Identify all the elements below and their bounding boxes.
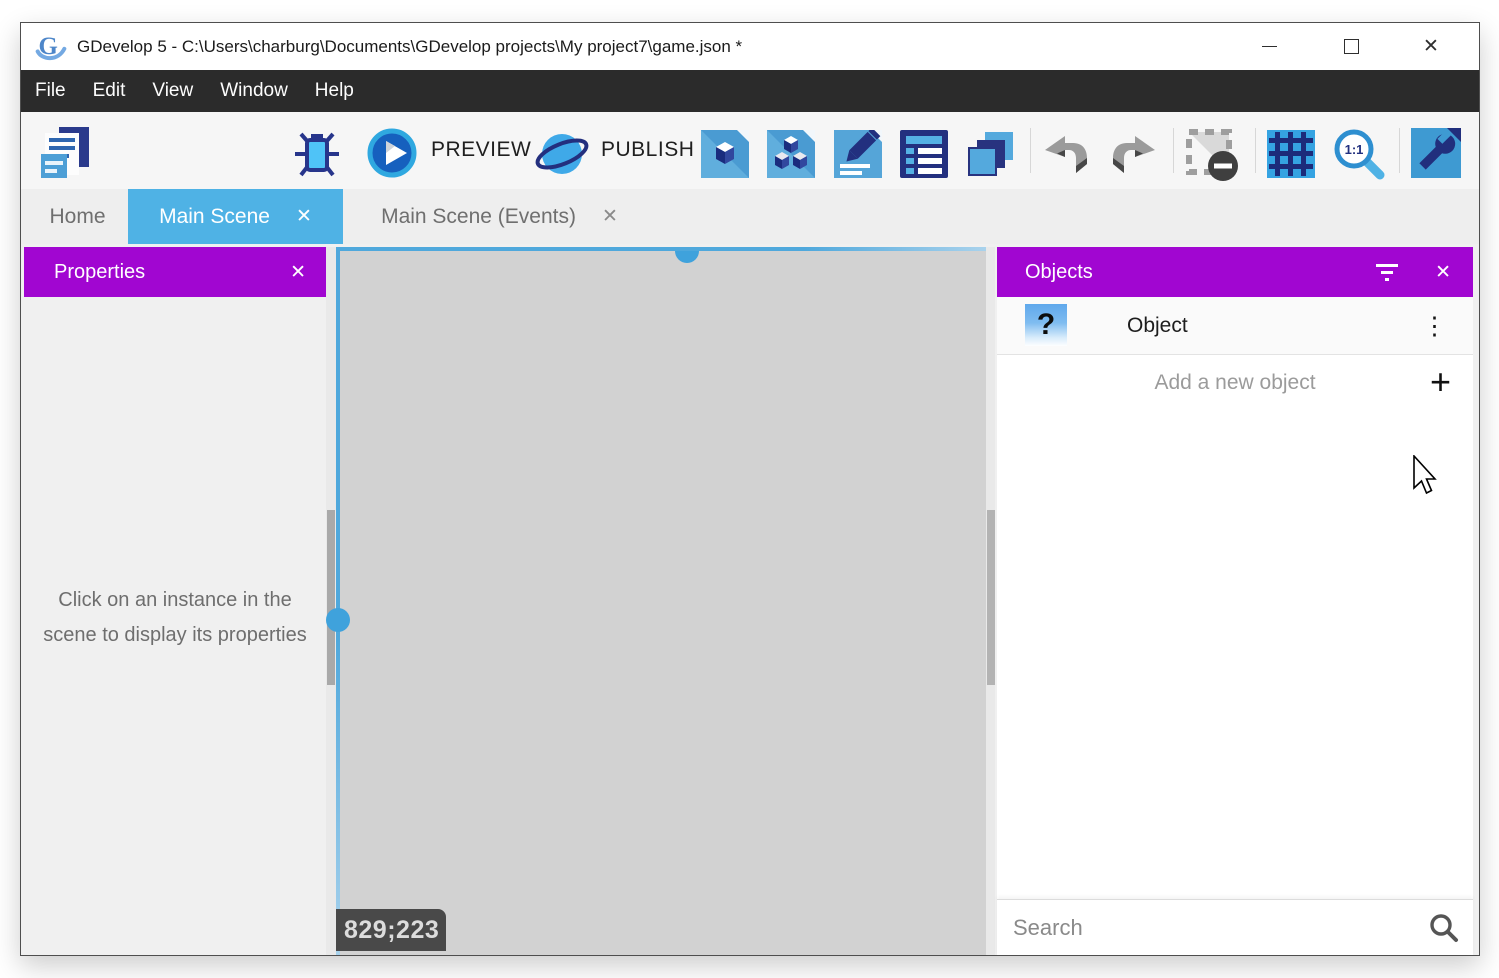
object-thumbnail-question-icon: ? xyxy=(1025,304,1067,346)
tab-label: Home xyxy=(49,205,105,229)
tab-close-icon[interactable]: ✕ xyxy=(296,205,312,228)
title-bar: G GDevelop 5 - C:\Users\charburg\Documen… xyxy=(21,23,1479,70)
properties-panel: Properties ✕ Click on an instance in the… xyxy=(24,247,326,955)
edit-groups-icon[interactable] xyxy=(767,130,815,178)
edit-objects-icon[interactable] xyxy=(701,130,749,178)
toolbar-separator xyxy=(1255,128,1256,173)
app-window: G GDevelop 5 - C:\Users\charburg\Documen… xyxy=(20,22,1480,956)
toggle-mask-icon[interactable] xyxy=(1185,128,1241,184)
properties-panel-title: Properties xyxy=(54,261,145,284)
close-panel-icon[interactable]: ✕ xyxy=(290,261,306,284)
maximize-icon xyxy=(1344,39,1359,54)
toolbar-separator xyxy=(1173,128,1174,173)
objects-panel-title: Objects xyxy=(1025,261,1093,284)
publish-button[interactable]: PUBLISH xyxy=(601,138,694,162)
canvas-left-scrollbar[interactable] xyxy=(326,247,336,955)
menu-bar: File Edit View Window Help xyxy=(21,70,1479,112)
open-settings-icon[interactable] xyxy=(1411,128,1461,178)
mouse-cursor-icon xyxy=(1413,455,1439,495)
window-title: GDevelop 5 - C:\Users\charburg\Documents… xyxy=(77,37,742,57)
add-object-label: Add a new object xyxy=(1154,371,1315,395)
redo-icon[interactable] xyxy=(1109,136,1157,174)
svg-text:1:1: 1:1 xyxy=(1345,142,1364,157)
tab-label: Main Scene xyxy=(159,205,270,229)
resize-handle-top[interactable] xyxy=(675,251,699,263)
scrollbar-thumb[interactable] xyxy=(327,510,335,685)
tab-label: Main Scene (Events) xyxy=(381,205,576,229)
minimize-icon xyxy=(1262,46,1277,47)
object-list-item[interactable]: ? Object ⋮ xyxy=(997,297,1473,355)
menu-file[interactable]: File xyxy=(35,80,66,102)
zoom-one-to-one-icon[interactable]: 1:1 xyxy=(1333,128,1387,182)
publish-globe-icon[interactable] xyxy=(535,128,589,180)
objects-panel: Objects ✕ ? Object ⋮ Add a new object + xyxy=(997,247,1473,955)
tab-home[interactable]: Home xyxy=(27,189,128,244)
menu-edit[interactable]: Edit xyxy=(93,80,126,102)
tab-main-scene-events[interactable]: Main Scene (Events) ✕ xyxy=(343,189,656,244)
properties-panel-header: Properties ✕ xyxy=(24,247,326,297)
maximize-button[interactable] xyxy=(1329,23,1373,70)
instances-list-icon[interactable] xyxy=(967,130,1015,178)
gdevelop-logo-icon: G xyxy=(35,31,67,63)
scrollbar-thumb[interactable] xyxy=(987,510,995,685)
objects-panel-header: Objects ✕ xyxy=(997,247,1473,297)
scene-canvas[interactable]: 829;223 xyxy=(336,247,986,955)
search-input[interactable] xyxy=(997,900,1473,955)
toggle-grid-icon[interactable] xyxy=(1267,130,1315,178)
cursor-coordinates-badge: 829;223 xyxy=(336,909,446,951)
menu-window[interactable]: Window xyxy=(220,80,288,102)
plus-icon[interactable]: + xyxy=(1430,361,1451,403)
filter-icon[interactable] xyxy=(1375,263,1399,281)
main-area: Properties ✕ Click on an instance in the… xyxy=(21,244,1479,955)
debug-icon[interactable] xyxy=(293,130,341,178)
minimize-button[interactable] xyxy=(1247,23,1291,70)
search-icon[interactable] xyxy=(1429,913,1459,943)
toolbar: PREVIEW PUBLISH xyxy=(21,112,1479,189)
scene-window-border-top xyxy=(336,247,986,251)
properties-empty-message: Click on an instance in the scene to dis… xyxy=(24,583,326,653)
close-panel-icon[interactable]: ✕ xyxy=(1435,261,1451,284)
scene-window-border-left xyxy=(336,247,340,955)
preview-play-icon[interactable] xyxy=(367,128,417,178)
editor-tab-bar: Home Main Scene ✕ Main Scene (Events) ✕ xyxy=(21,189,1479,244)
close-window-button[interactable]: ✕ xyxy=(1409,23,1453,70)
toolbar-separator xyxy=(1030,128,1031,173)
tab-close-icon[interactable]: ✕ xyxy=(602,205,618,228)
edit-scene-properties-icon[interactable] xyxy=(834,130,882,178)
objects-search-bar xyxy=(997,899,1473,955)
object-name: Object xyxy=(1127,297,1188,354)
add-object-row[interactable]: Add a new object + xyxy=(997,355,1473,411)
project-manager-icon[interactable] xyxy=(37,124,93,180)
open-layers-icon[interactable] xyxy=(900,130,948,178)
menu-view[interactable]: View xyxy=(152,80,193,102)
preview-button[interactable]: PREVIEW xyxy=(431,138,531,162)
object-menu-kebab-icon[interactable]: ⋮ xyxy=(1422,297,1447,354)
tab-main-scene[interactable]: Main Scene ✕ xyxy=(128,189,343,244)
menu-help[interactable]: Help xyxy=(315,80,354,102)
resize-handle-left[interactable] xyxy=(326,608,350,632)
undo-icon[interactable] xyxy=(1043,136,1091,174)
canvas-right-scrollbar[interactable] xyxy=(986,247,995,955)
toolbar-separator xyxy=(1399,128,1400,173)
